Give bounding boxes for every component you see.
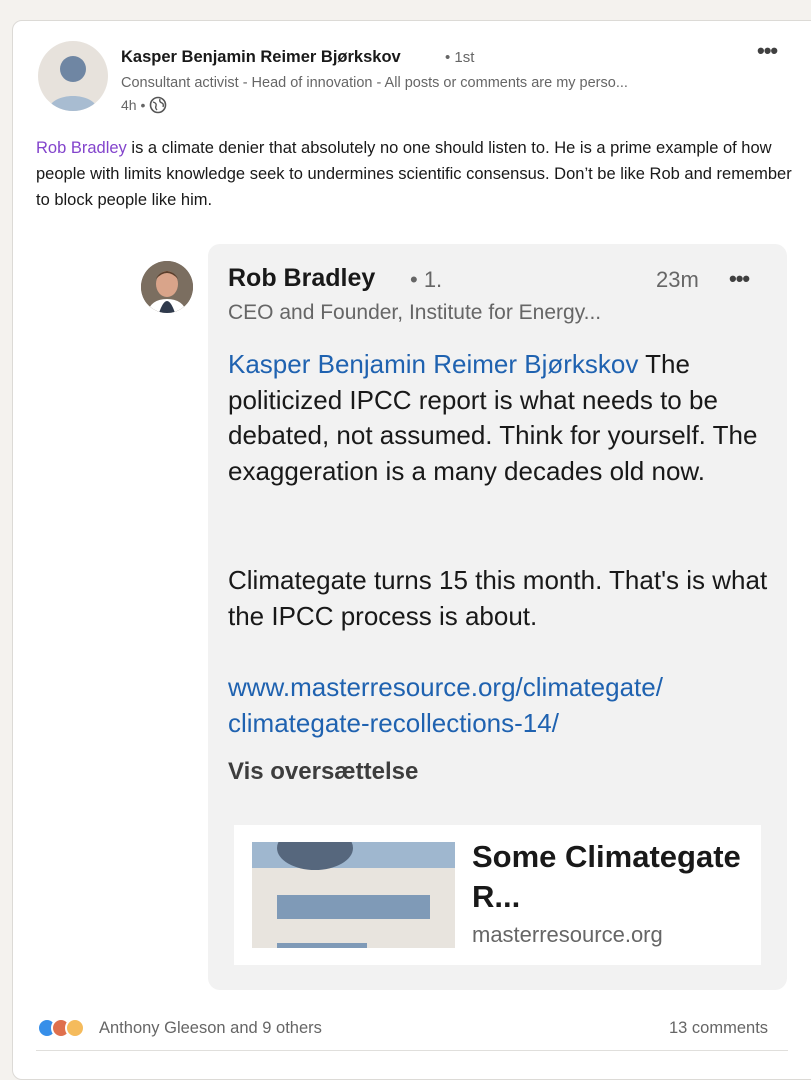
person-placeholder-icon (48, 56, 98, 111)
person-photo-icon (141, 261, 193, 313)
comment-text: Kasper Benjamin Reimer Bjørkskov The pol… (228, 347, 780, 489)
globe-icon (149, 96, 167, 114)
author-headline: Consultant activist - Head of innovation… (121, 75, 628, 91)
post-time: 4h • (121, 97, 146, 113)
commenter-degree: • 1. (410, 267, 443, 292)
post-meta: 4h • (121, 96, 167, 114)
reaction-summary[interactable]: Anthony Gleeson and 9 others (99, 1019, 322, 1038)
link-preview-card[interactable]: Some Climategate R... masterresource.org (234, 825, 761, 965)
commenter-headline: CEO and Founder, Institute for Energy... (228, 301, 602, 324)
preview-domain: masterresource.org (472, 922, 663, 947)
author-name[interactable]: Kasper Benjamin Reimer Bjørkskov (121, 48, 401, 67)
comments-count[interactable]: 13 comments (669, 1019, 768, 1038)
post-body: is a climate denier that absolutely no o… (36, 139, 792, 209)
post-text: Rob Bradley is a climate denier that abs… (36, 135, 801, 213)
mention-link[interactable]: Rob Bradley (36, 139, 127, 157)
comment-time: 23m (656, 267, 699, 292)
insightful-icon (65, 1018, 85, 1038)
comment-mention-link[interactable]: Kasper Benjamin Reimer Bjørkskov (228, 349, 638, 379)
comment-paragraph-2: Climategate turns 15 this month. That's … (228, 565, 768, 631)
comment-url-link[interactable]: www.masterresource.org/climategate/clima… (228, 670, 780, 741)
reaction-icons[interactable] (37, 1018, 85, 1038)
more-horizontal-icon[interactable]: ••• (729, 266, 750, 292)
preview-title: Some Climategate R... (472, 839, 741, 914)
more-horizontal-icon[interactable]: ••• (757, 38, 778, 64)
preview-thumbnail (252, 842, 455, 948)
translate-button[interactable]: Vis oversættelse (228, 758, 418, 786)
commenter-name[interactable]: Rob Bradley (228, 264, 375, 293)
author-avatar[interactable] (38, 41, 108, 111)
commenter-avatar[interactable] (141, 261, 193, 313)
connection-degree: • 1st (445, 49, 475, 66)
footer-divider (36, 1050, 788, 1051)
comment-url-link-line2[interactable]: climategate-recollections-14/ (228, 708, 559, 738)
